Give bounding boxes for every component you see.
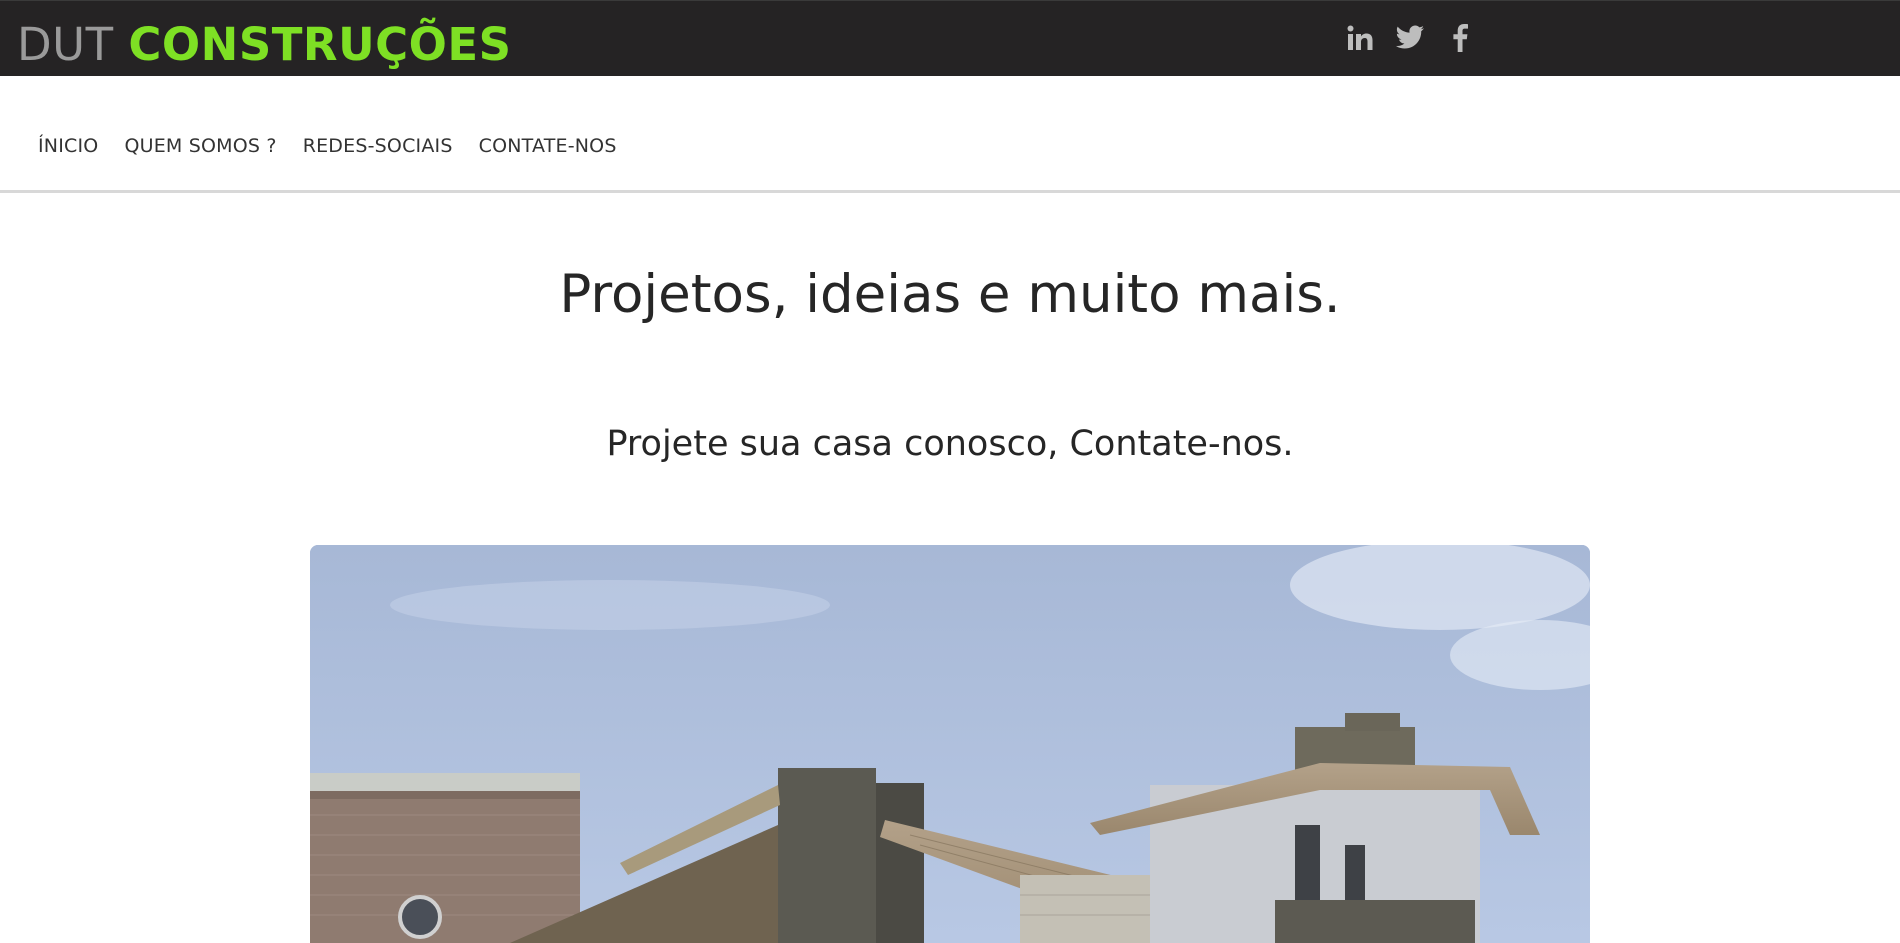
twitter-icon[interactable] — [1395, 23, 1425, 53]
brand-prefix: DUT — [17, 18, 114, 71]
nav-item-inicio[interactable]: ÍNICIO — [38, 135, 98, 157]
hero-subtitle: Projete sua casa conosco, Contate-nos. — [606, 424, 1294, 464]
facebook-icon[interactable] — [1445, 23, 1475, 53]
hero-title: Projetos, ideias e muito mais. — [559, 264, 1341, 325]
main-navbar: ÍNICIO QUEM SOMOS ? REDES-SOCIAIS CONTAT… — [0, 76, 1900, 193]
top-bar: DUT CONSTRUÇÕES — [0, 0, 1900, 76]
nav-item-quem-somos[interactable]: QUEM SOMOS ? — [124, 135, 276, 157]
house-render-image — [310, 545, 1590, 943]
nav-item-contate-nos[interactable]: CONTATE-NOS — [479, 135, 617, 157]
brand-logo[interactable]: DUT CONSTRUÇÕES — [17, 18, 512, 72]
nav-menu: ÍNICIO QUEM SOMOS ? REDES-SOCIAIS CONTAT… — [38, 135, 617, 157]
nav-item-redes-sociais[interactable]: REDES-SOCIAIS — [303, 135, 453, 157]
linkedin-icon[interactable] — [1345, 23, 1375, 53]
social-links — [1345, 23, 1475, 53]
brand-name: CONSTRUÇÕES — [128, 18, 512, 71]
